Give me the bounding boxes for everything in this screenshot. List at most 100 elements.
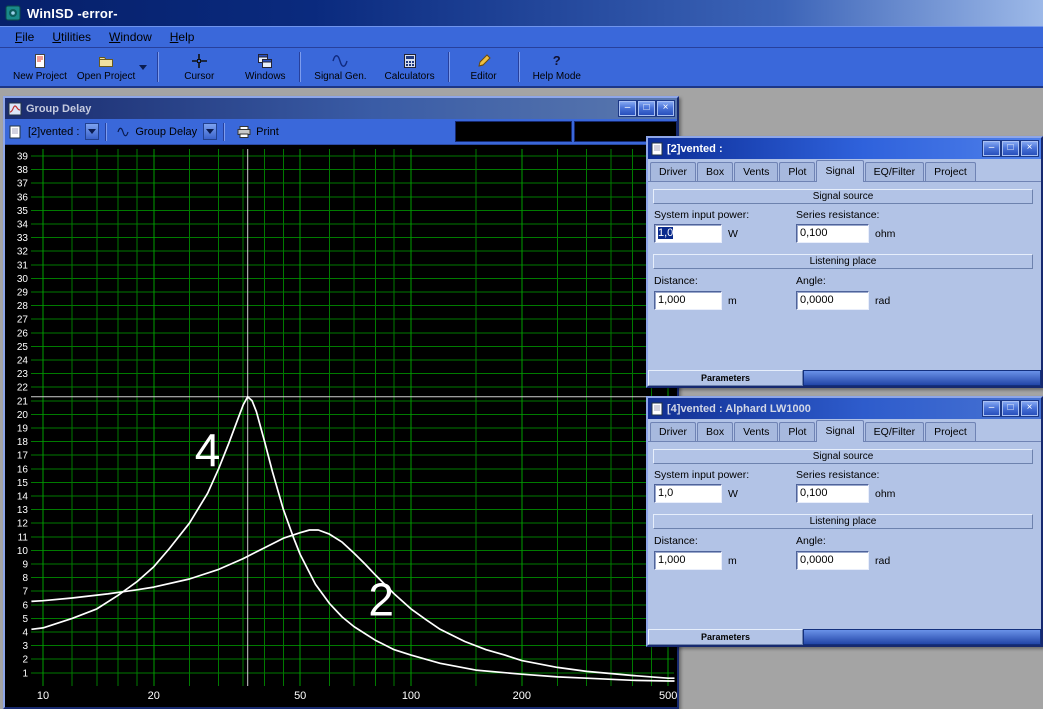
print-label: Print [256, 125, 279, 138]
series-resistance-field[interactable]: 0,100 [796, 224, 869, 243]
svg-text:16: 16 [17, 464, 29, 475]
angle-unit: rad [875, 555, 891, 567]
editor-icon [476, 53, 492, 69]
system-input-power-label: System input power: [654, 209, 750, 221]
document-icon [651, 401, 663, 417]
vented4-titlebar[interactable]: [4]vented : Alphard LW1000 – □ × [648, 398, 1041, 419]
svg-text:13: 13 [17, 505, 29, 516]
windows-icon [257, 53, 273, 69]
tab-eq-filter[interactable]: EQ/Filter [864, 422, 925, 441]
svg-text:20: 20 [148, 690, 160, 702]
chevron-down-icon[interactable] [85, 123, 100, 140]
minimize-button[interactable]: – [982, 400, 1001, 417]
maximize-button[interactable]: □ [637, 100, 656, 117]
menu-file[interactable]: File [6, 27, 43, 47]
svg-text:2: 2 [22, 655, 28, 666]
group-delay-toolbar: [2]vented : Group Delay Print [5, 119, 677, 145]
distance-field[interactable]: 1,000 [654, 551, 722, 570]
distance-field[interactable]: 1,000 [654, 291, 722, 310]
printer-icon [237, 124, 251, 140]
signal-tab-panel: Signal source System input power: Series… [648, 182, 1041, 386]
cursor-button[interactable]: Cursor [173, 49, 225, 85]
calculators-icon [402, 53, 418, 69]
tab-driver[interactable]: Driver [650, 422, 696, 441]
tab-vents[interactable]: Vents [734, 422, 779, 441]
new-project-button[interactable]: New Project [8, 49, 72, 85]
tab-bar: Driver Box Vents Plot Signal EQ/Filter P… [648, 419, 1041, 442]
print-button[interactable]: Print [231, 124, 285, 140]
angle-field[interactable]: 0,0000 [796, 291, 869, 310]
open-project-button[interactable]: Open Project [72, 49, 140, 85]
series-resistance-label: Series resistance: [796, 209, 880, 221]
chevron-down-icon[interactable] [203, 123, 218, 140]
svg-text:10: 10 [37, 690, 49, 702]
toolbar-separator [447, 52, 450, 82]
tab-box[interactable]: Box [697, 162, 734, 181]
svg-text:31: 31 [17, 260, 29, 271]
maximize-button[interactable]: □ [1001, 140, 1020, 157]
close-button[interactable]: × [1020, 140, 1039, 157]
main-titlebar[interactable]: WinISD -error- [0, 0, 1043, 26]
tab-plot[interactable]: Plot [779, 422, 816, 441]
cursor-label: Cursor [184, 70, 215, 82]
parameters-button[interactable]: Parameters [648, 629, 803, 645]
svg-text:23: 23 [17, 369, 29, 380]
plot-type-selector[interactable]: Group Delay [113, 122, 218, 142]
menu-help[interactable]: Help [161, 27, 204, 47]
menu-utilities[interactable]: Utilities [43, 27, 100, 47]
window-title: Group Delay [26, 102, 92, 115]
calculators-label: Calculators [384, 70, 435, 82]
tab-plot[interactable]: Plot [779, 162, 816, 181]
svg-text:50: 50 [294, 690, 306, 702]
angle-field[interactable]: 0,0000 [796, 551, 869, 570]
tab-signal[interactable]: Signal [816, 420, 864, 442]
parameters-button[interactable]: Parameters [648, 370, 803, 386]
svg-text:3: 3 [22, 641, 28, 652]
menubar: File Utilities Window Help [0, 26, 1043, 48]
parameters-scrollbar[interactable] [803, 370, 1041, 386]
svg-text:6: 6 [22, 600, 28, 611]
open-project-dropdown[interactable] [136, 50, 149, 84]
signal-gen-button[interactable]: Signal Gen. [309, 49, 371, 85]
tab-signal[interactable]: Signal [816, 160, 864, 182]
tab-driver[interactable]: Driver [650, 162, 696, 181]
listening-place-header: Listening place [653, 514, 1033, 529]
editor-button[interactable]: Editor [458, 49, 510, 85]
series-resistance-field[interactable]: 0,100 [796, 484, 869, 503]
close-button[interactable]: × [656, 100, 675, 117]
help-mode-button[interactable]: ? Help Mode [528, 49, 586, 85]
minimize-button[interactable]: – [982, 140, 1001, 157]
windows-button[interactable]: Windows [239, 49, 291, 85]
svg-text:9: 9 [22, 560, 28, 571]
tab-vents[interactable]: Vents [734, 162, 779, 181]
calculators-button[interactable]: Calculators [380, 49, 440, 85]
system-input-power-field[interactable]: 1,0 [654, 484, 722, 503]
project-page-icon [9, 124, 21, 140]
system-input-power-label: System input power: [654, 469, 750, 481]
group-delay-chart[interactable]: 4 2 1 2 3 4 5 6 7 8 9 10 11 12 13 14 15 16 17 18 19 20 21 22 23 2… [5, 145, 677, 707]
toolbar-separator [299, 52, 302, 82]
vented2-titlebar[interactable]: [2]vented : – □ × [648, 138, 1041, 159]
maximize-button[interactable]: □ [1001, 400, 1020, 417]
svg-text:18: 18 [17, 437, 29, 448]
group-delay-titlebar[interactable]: Group Delay – □ × [5, 98, 677, 119]
angle-label: Angle: [796, 535, 826, 547]
svg-text:14: 14 [17, 492, 29, 503]
svg-text:12: 12 [17, 519, 29, 530]
system-input-power-field[interactable]: 1,0 [654, 224, 722, 243]
tab-project[interactable]: Project [925, 162, 976, 181]
tab-project[interactable]: Project [925, 422, 976, 441]
vented2-window: [2]vented : – □ × Driver Box Vents Plot … [646, 136, 1043, 388]
parameters-scrollbar[interactable] [803, 629, 1041, 645]
tab-eq-filter[interactable]: EQ/Filter [864, 162, 925, 181]
project-selector[interactable]: [2]vented : [24, 122, 100, 142]
listening-place-header: Listening place [653, 254, 1033, 269]
svg-text:2: 2 [368, 573, 394, 625]
svg-text:1: 1 [22, 668, 28, 679]
chart-canvas[interactable]: 4212345678910111213141516171819202122232… [5, 145, 677, 707]
close-button[interactable]: × [1020, 400, 1039, 417]
svg-text:36: 36 [17, 192, 29, 203]
menu-window[interactable]: Window [100, 27, 161, 47]
tab-box[interactable]: Box [697, 422, 734, 441]
minimize-button[interactable]: – [618, 100, 637, 117]
